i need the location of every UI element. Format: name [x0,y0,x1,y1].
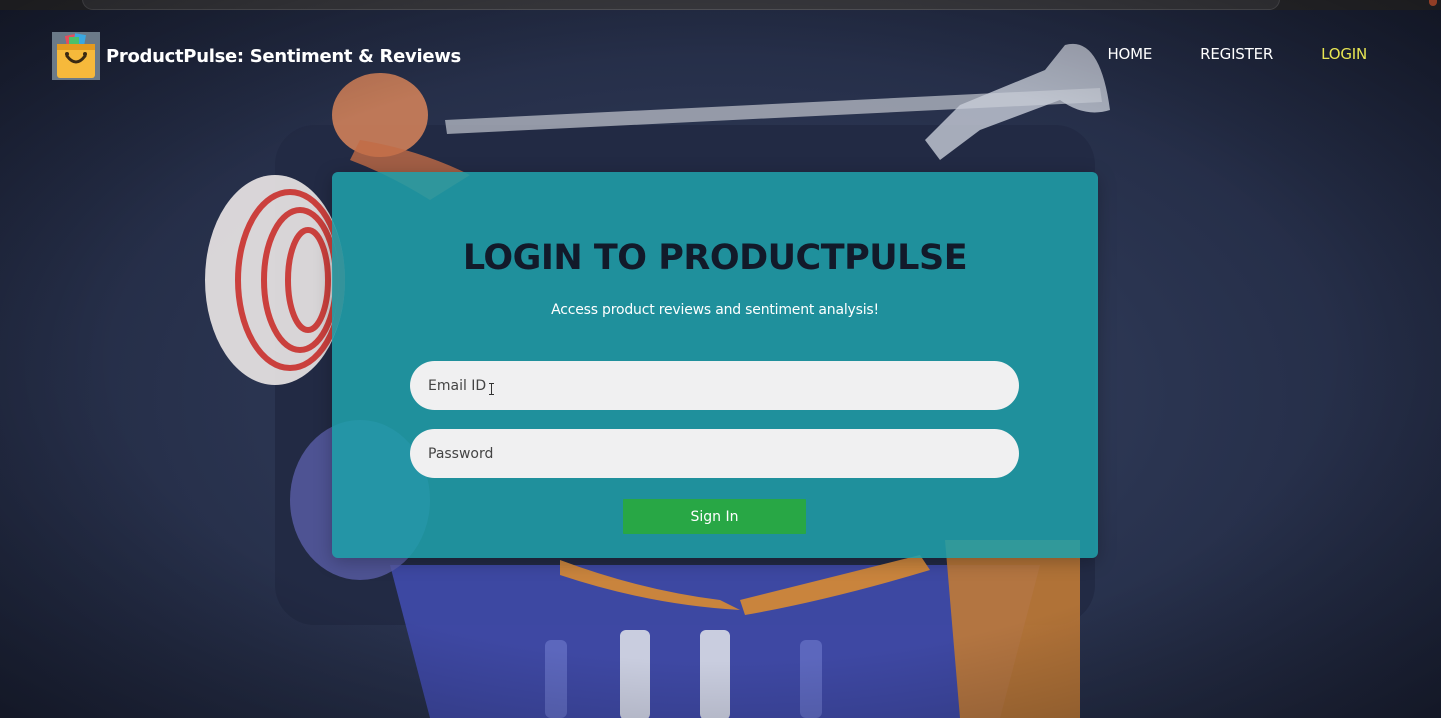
site-header: ProductPulse: Sentiment & Reviews HOME R… [0,28,1441,82]
main-nav: HOME REGISTER LOGIN [1107,45,1367,63]
nav-login-link[interactable]: LOGIN [1321,45,1367,63]
shopping-bag-icon [52,32,100,80]
email-field[interactable] [410,361,1019,410]
nav-register-link[interactable]: REGISTER [1200,45,1273,63]
login-title: LOGIN TO PRODUCTPULSE [462,238,968,278]
brand[interactable]: ProductPulse: Sentiment & Reviews [52,32,461,80]
login-card: LOGIN TO PRODUCTPULSE Access product rev… [332,172,1098,558]
sign-in-button[interactable]: Sign In [623,499,806,534]
text-cursor-icon [489,383,494,395]
brand-title: ProductPulse: Sentiment & Reviews [106,45,461,67]
nav-home-link[interactable]: HOME [1107,45,1152,63]
login-subtitle: Access product reviews and sentiment ana… [551,302,879,318]
password-field[interactable] [410,429,1019,478]
login-page: ProductPulse: Sentiment & Reviews HOME R… [0,0,1441,718]
